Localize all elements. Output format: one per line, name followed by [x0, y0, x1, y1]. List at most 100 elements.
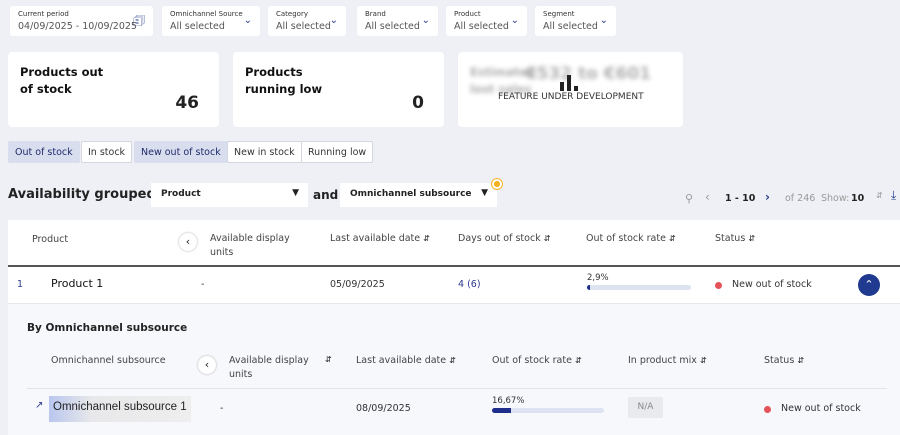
sort-icon: ⇵ — [449, 356, 456, 365]
stepper-icon[interactable]: ⇵ — [876, 191, 883, 200]
calendar-icon[interactable]: 🗊 — [133, 12, 145, 34]
col-header-days[interactable]: Days out of stock ⇵ — [458, 232, 550, 246]
filter-brand[interactable]: Brand All selected ⌄ — [357, 6, 438, 36]
card-running-low: Products running low 0 — [233, 52, 444, 127]
row-index: 1 — [17, 279, 24, 290]
card-value: 46 — [175, 93, 199, 113]
select-value: Product — [161, 189, 201, 199]
page-range: 1 - 10 — [725, 193, 756, 204]
card-value: €532 to €601 — [524, 64, 651, 84]
filter-value: 04/09/2025 - 10/09/2025 — [18, 21, 137, 32]
tab-in-stock[interactable]: In stock — [81, 141, 133, 163]
filter-current-period[interactable]: Current period 04/09/2025 - 10/09/2025 🗊 — [10, 6, 153, 36]
download-icon[interactable]: ⤓ — [891, 188, 896, 203]
filter-label: Brand — [365, 10, 386, 18]
product-name: Product 1 — [51, 277, 104, 290]
sort-icon: ⇵ — [668, 234, 676, 243]
header-label: Status — [764, 355, 795, 366]
filter-value: All selected — [454, 21, 509, 32]
chevron-down-icon: ⌄ — [243, 15, 252, 26]
sort-icon: ⇵ — [797, 356, 805, 365]
external-link-icon[interactable]: ↗ — [35, 400, 43, 411]
status-dot — [715, 282, 722, 289]
bar-chart-icon — [560, 73, 580, 91]
sub-rate-label: 16,67% — [492, 396, 525, 406]
header-label: Last available date — [330, 233, 421, 244]
filter-segment[interactable]: Segment All selected ⌄ — [535, 6, 616, 36]
subsource-name[interactable]: Omnichannel subsource 1 — [49, 396, 191, 422]
caret-down-icon: ▼ — [481, 188, 488, 198]
filter-label: Product — [454, 10, 481, 18]
sub-col-status[interactable]: Status ⇵ — [764, 354, 804, 368]
last-date: 05/09/2025 — [330, 279, 385, 290]
header-divider — [8, 265, 900, 267]
filter-value: All selected — [170, 21, 225, 32]
filter-omnichannel-source[interactable]: Omnichannel Source All selected ⌄ — [162, 6, 260, 36]
show-label: Show: — [821, 193, 850, 204]
status-dot — [764, 406, 771, 413]
group-by-select-2[interactable]: Omnichannel subsource ▼ — [340, 183, 497, 207]
sub-last-date: 08/09/2025 — [356, 403, 411, 414]
tab-running-low[interactable]: Running low — [301, 141, 374, 163]
card-value: 0 — [412, 93, 424, 113]
scroll-left-button[interactable]: ‹ — [179, 233, 197, 251]
sort-icon: ⇵ — [699, 356, 707, 365]
col-header-product[interactable]: Product — [32, 233, 68, 247]
next-page-button[interactable]: › — [765, 190, 770, 204]
col-header-rate[interactable]: Out of stock rate ⇵ — [586, 232, 676, 246]
caret-down-icon: ▼ — [292, 188, 299, 198]
header-label: Days out of stock — [458, 233, 541, 244]
filter-value: All selected — [543, 21, 598, 32]
card-title: Products out — [20, 65, 104, 79]
status: New out of stock — [732, 279, 812, 290]
sub-rate-bar — [492, 408, 604, 413]
sub-col-units[interactable]: Available display units — [229, 354, 319, 382]
sort-icon: ⇵ — [748, 234, 756, 243]
tab-out-of-stock[interactable]: Out of stock — [8, 141, 80, 163]
filter-product[interactable]: Product All selected ⌄ — [446, 6, 527, 36]
tab-new-in-stock[interactable]: New in stock — [227, 141, 302, 163]
chevron-down-icon: ⌄ — [329, 15, 338, 26]
col-header-last-date[interactable]: Last available date ⇵ — [330, 232, 430, 246]
group-by-select-1[interactable]: Product ▼ — [151, 183, 308, 207]
filter-value: All selected — [365, 21, 420, 32]
header-label: Last available date — [356, 355, 447, 366]
indicator-dot-icon — [491, 178, 503, 190]
card-out-of-stock: Products out of stock 46 — [8, 52, 219, 127]
prev-page-button[interactable]: ‹ — [705, 190, 710, 204]
page-size-select[interactable]: 10 — [851, 193, 864, 204]
subtable-title: By Omnichannel subsource — [27, 322, 188, 334]
header-label: Status — [715, 233, 746, 244]
col-header-status[interactable]: Status ⇵ — [715, 232, 755, 246]
sub-col-mix[interactable]: In product mix ⇵ — [628, 354, 707, 368]
header-label: In product mix — [628, 355, 697, 366]
card-title: running low — [245, 82, 323, 96]
filter-category[interactable]: Category All selected ⌄ — [268, 6, 346, 36]
subtable-panel: By Omnichannel subsource Omnichannel sub… — [8, 303, 900, 435]
card-estimated-lost-sales: Estimated lost sales €532 to €601 FEATUR… — [458, 52, 683, 127]
sub-units: - — [220, 403, 224, 414]
col-header-units[interactable]: Available display units — [210, 232, 300, 260]
sort-icon: ⇵ — [423, 234, 430, 243]
rate-label: 2,9% — [587, 273, 609, 283]
page-total: of 246 — [785, 193, 816, 204]
sub-col-rate[interactable]: Out of stock rate ⇵ — [492, 354, 582, 368]
feature-overlay-text: FEATURE UNDER DEVELOPMENT — [498, 92, 644, 102]
main-table: Product ‹ Available display units Last a… — [8, 220, 900, 435]
filter-label: Current period — [18, 10, 69, 18]
chevron-down-icon: ⌄ — [421, 15, 430, 26]
sort-icon[interactable]: ⇵ — [325, 355, 332, 364]
header-label: Out of stock rate — [586, 233, 666, 244]
sub-scroll-left-button[interactable]: ‹ — [198, 356, 216, 374]
sub-col-last-date[interactable]: Last available date ⇵ — [356, 354, 456, 368]
chevron-down-icon: ⌄ — [599, 15, 608, 26]
collapse-button[interactable]: ⌃ — [858, 274, 880, 296]
units: - — [201, 279, 205, 290]
tab-new-out-of-stock[interactable]: New out of stock — [134, 141, 228, 163]
sort-icon: ⇵ — [574, 356, 582, 365]
search-icon[interactable]: ⚲ — [685, 192, 693, 205]
sub-col-subsource[interactable]: Omnichannel subsource — [51, 354, 166, 368]
rate-bar — [587, 285, 691, 290]
days-out: 4 (6) — [458, 279, 481, 290]
grouping-and: and — [313, 188, 339, 202]
